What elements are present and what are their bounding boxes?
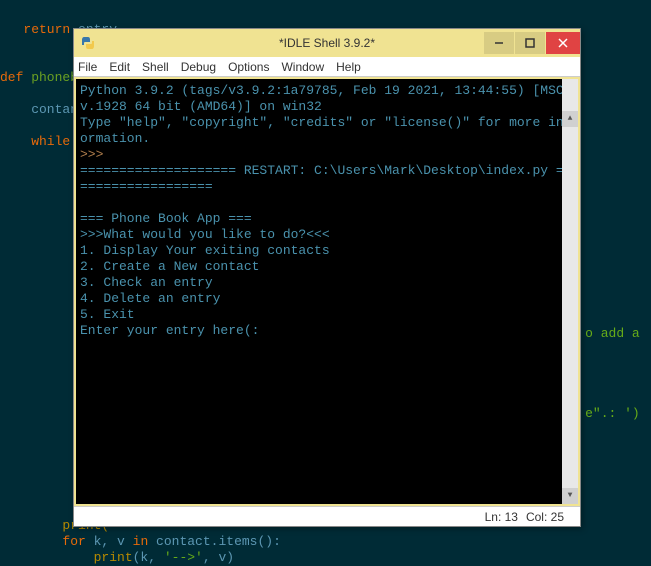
menu-help[interactable]: Help [336,60,361,74]
shell-prompt: >>> [80,147,103,162]
menu-shell[interactable]: Shell [142,60,169,74]
titlebar[interactable]: *IDLE Shell 3.9.2* [74,29,580,57]
shell-line: 4. Delete an entry [80,291,220,306]
scroll-down-icon[interactable]: ▼ [562,488,578,504]
status-line: Ln: 13 [485,510,518,524]
menu-debug[interactable]: Debug [181,60,216,74]
app-icon [80,35,96,51]
maximize-button[interactable] [515,32,545,54]
menu-edit[interactable]: Edit [109,60,130,74]
shell-line: 1. Display Your exiting contacts [80,243,330,258]
shell-restart-line: ==================== RESTART: C:\Users\M… [80,163,571,194]
idle-shell-window: *IDLE Shell 3.9.2* File Edit Shell Debug… [73,28,581,527]
shell-line: 2. Create a New contact [80,259,259,274]
shell-line: >>>What would you like to do?<<< [80,227,330,242]
scroll-up-icon[interactable]: ▲ [562,111,578,127]
shell-output[interactable]: Python 3.9.2 (tags/v3.9.2:1a79785, Feb 1… [76,79,578,504]
shell-line: === Phone Book App === [80,211,252,226]
shell-banner-line: Type "help", "copyright", "credits" or "… [80,115,571,146]
status-col: Col: 25 [526,510,564,524]
statusbar: Ln: 13 Col: 25 [74,506,580,526]
shell-line: 5. Exit [80,307,135,322]
menubar: File Edit Shell Debug Options Window Hel… [74,57,580,77]
menu-window[interactable]: Window [281,60,324,74]
menu-options[interactable]: Options [228,60,269,74]
minimize-button[interactable] [484,32,514,54]
menu-file[interactable]: File [78,60,97,74]
close-button[interactable] [546,32,580,54]
shell-line: Enter your entry here(: [80,323,267,338]
shell-banner-line: Python 3.9.2 (tags/v3.9.2:1a79785, Feb 1… [80,83,572,114]
shell-line: 3. Check an entry [80,275,213,290]
scrollbar[interactable]: ▲ ▼ [562,79,578,504]
